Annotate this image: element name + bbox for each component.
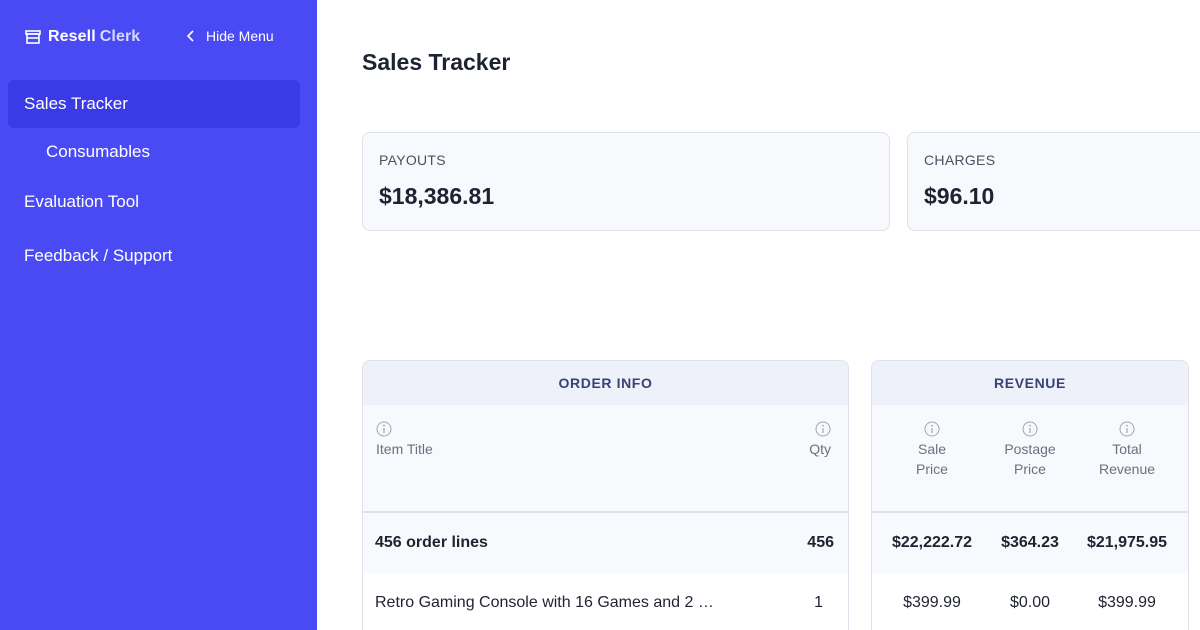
sidebar-item-evaluation-tool[interactable]: Evaluation Tool (8, 178, 300, 226)
stat-value: $18,386.81 (379, 183, 495, 209)
column-header-label: Postage (1004, 441, 1056, 457)
info-icon[interactable] (924, 421, 940, 437)
column-header-label: Qty (809, 441, 831, 457)
stat-label: PAYOUTS (379, 152, 446, 168)
payouts-card: PAYOUTS $18,386.81 (362, 132, 890, 231)
cell-qty: 1 (814, 594, 823, 611)
hide-menu-button[interactable]: Hide Menu (186, 28, 274, 44)
column-header-row: Sale Price Postage Price Total Revenue (872, 405, 1188, 513)
column-header-label: Price (1014, 461, 1046, 477)
group-header: REVENUE (872, 361, 1188, 405)
info-icon[interactable] (1119, 421, 1135, 437)
column-header-label: Price (916, 461, 948, 477)
totals-row: $22,222.72 $364.23 $21,975.95 (872, 513, 1188, 573)
table-row[interactable]: $399.99 $0.00 $399.99 (872, 573, 1188, 630)
totals-row: 456 order lines 456 (363, 513, 848, 573)
sidebar-item-label: Sales Tracker (24, 94, 128, 113)
column-header-row: Item Title Qty (363, 405, 848, 513)
total-revenue: $21,975.95 (1086, 534, 1168, 551)
brand-name-part1: Resell (48, 28, 96, 45)
chevron-left-icon (186, 30, 194, 42)
order-info-group: ORDER INFO Item Title Qty 456 order line… (362, 360, 849, 630)
page-title: Sales Tracker (362, 49, 511, 75)
cell-item-title: Retro Gaming Console with 16 Games and 2… (375, 594, 714, 611)
column-header-label: Total (1112, 441, 1142, 457)
brand-name: Resell Clerk (48, 28, 140, 46)
sidebar-item-label: Consumables (46, 142, 150, 161)
group-header: ORDER INFO (363, 361, 848, 405)
table-row[interactable]: Retro Gaming Console with 16 Games and 2… (363, 573, 848, 630)
cell-sale-price: $399.99 (903, 594, 961, 611)
sidebar-item-feedback-support[interactable]: Feedback / Support (8, 232, 300, 280)
info-icon[interactable] (815, 421, 831, 437)
column-header-total-revenue[interactable]: Total Revenue (1085, 421, 1169, 479)
column-header-sale-price[interactable]: Sale Price (892, 421, 972, 479)
total-sale-price: $22,222.72 (891, 534, 973, 551)
column-header-item-title[interactable]: Item Title (376, 421, 433, 459)
info-icon[interactable] (376, 421, 392, 437)
info-icon[interactable] (1022, 421, 1038, 437)
total-qty: 456 (807, 534, 834, 551)
cell-total-revenue: $399.99 (1098, 594, 1156, 611)
column-header-qty[interactable]: Qty (809, 421, 831, 459)
sidebar-item-label: Evaluation Tool (24, 192, 139, 211)
stat-label: CHARGES (924, 152, 996, 168)
sidebar-item-label: Feedback / Support (24, 246, 173, 265)
column-header-label: Item Title (376, 441, 433, 457)
sidebar-item-sales-tracker[interactable]: Sales Tracker (8, 80, 300, 128)
column-header-postage-price[interactable]: Postage Price (990, 421, 1070, 479)
revenue-group: REVENUE Sale Price Postage Price Total R… (871, 360, 1189, 630)
brand-name-part2: Clerk (99, 28, 141, 45)
stat-value: $96.10 (924, 183, 995, 209)
column-header-label: Sale (917, 441, 947, 457)
total-postage-price: $364.23 (1001, 534, 1059, 551)
total-item-title: 456 order lines (375, 534, 488, 551)
cell-postage-price: $0.00 (1009, 594, 1051, 611)
brand-logo[interactable]: Resell Clerk (24, 27, 140, 47)
sidebar: Resell Clerk Hide Menu Sales Tracker Cons… (0, 0, 317, 630)
store-icon (25, 30, 41, 44)
hide-menu-label: Hide Menu (206, 28, 274, 44)
charges-card: CHARGES $96.10 (907, 132, 1200, 231)
column-header-label: Revenue (1098, 461, 1156, 477)
sidebar-item-consumables[interactable]: Consumables (8, 128, 300, 176)
